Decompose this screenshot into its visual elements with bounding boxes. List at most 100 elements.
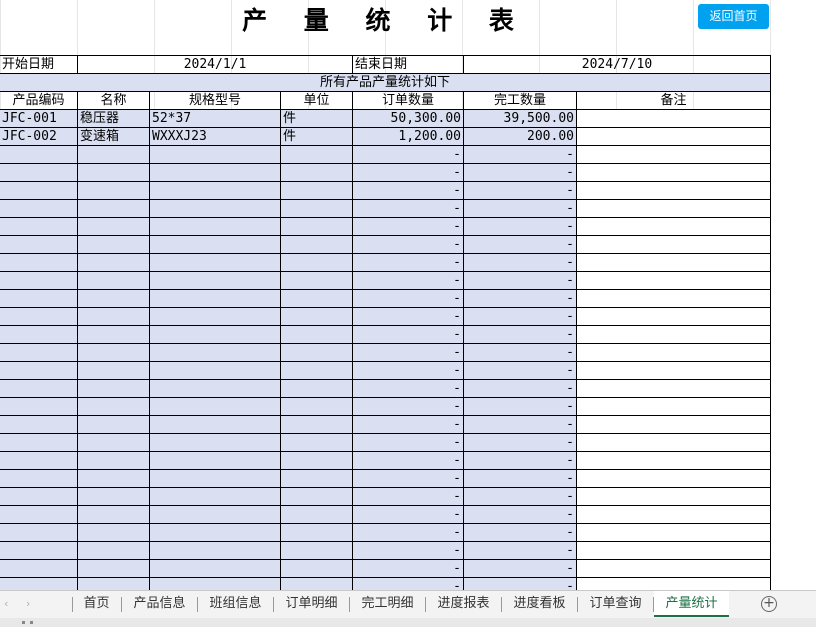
- cell-name[interactable]: [77, 361, 150, 380]
- cell-name[interactable]: [77, 451, 150, 470]
- cell-done-qty[interactable]: -: [463, 559, 577, 578]
- cell-order-qty[interactable]: -: [352, 469, 464, 488]
- cell-name[interactable]: [77, 145, 150, 164]
- cell-order-qty[interactable]: -: [352, 433, 464, 452]
- cell-note[interactable]: [576, 523, 771, 542]
- cell-spec[interactable]: [149, 523, 281, 542]
- cell-name[interactable]: [77, 379, 150, 398]
- cell-note[interactable]: [576, 559, 771, 578]
- cell-spec[interactable]: [149, 379, 281, 398]
- end-date-value[interactable]: 2024/7/10: [463, 55, 771, 74]
- cell-name[interactable]: [77, 523, 150, 542]
- cell-unit[interactable]: [280, 397, 353, 416]
- cell-note[interactable]: [576, 217, 771, 236]
- cell-order-qty[interactable]: -: [352, 379, 464, 398]
- cell-spec[interactable]: [149, 217, 281, 236]
- scroll-left-icon[interactable]: ‹: [4, 597, 8, 610]
- cell-spec[interactable]: [149, 559, 281, 578]
- scroll-right-icon[interactable]: ›: [26, 597, 30, 610]
- cell-unit[interactable]: [280, 415, 353, 434]
- cell-spec[interactable]: [149, 469, 281, 488]
- cell-name[interactable]: 稳压器: [77, 109, 150, 128]
- cell-order-qty[interactable]: -: [352, 199, 464, 218]
- cell-order-qty[interactable]: -: [352, 289, 464, 308]
- sheet-tab[interactable]: 产量统计: [654, 591, 729, 617]
- cell-note[interactable]: [576, 361, 771, 380]
- cell-code[interactable]: [0, 523, 78, 542]
- cell-unit[interactable]: [280, 235, 353, 254]
- cell-spec[interactable]: [149, 289, 281, 308]
- cell-note[interactable]: [576, 235, 771, 254]
- cell-name[interactable]: [77, 289, 150, 308]
- cell-unit[interactable]: [280, 433, 353, 452]
- col-header-unit[interactable]: 单位: [280, 91, 353, 110]
- cell-spec[interactable]: [149, 181, 281, 200]
- cell-done-qty[interactable]: -: [463, 433, 577, 452]
- cell-code[interactable]: [0, 433, 78, 452]
- cell-note[interactable]: [576, 541, 771, 560]
- cell-note[interactable]: [576, 415, 771, 434]
- col-header-done-qty[interactable]: 完工数量: [463, 91, 577, 110]
- cell-order-qty[interactable]: -: [352, 343, 464, 362]
- cell-code[interactable]: [0, 325, 78, 344]
- cell-note[interactable]: [576, 505, 771, 524]
- cell-name[interactable]: [77, 343, 150, 362]
- summary-banner[interactable]: 所有产品产量统计如下: [0, 73, 771, 92]
- cell-done-qty[interactable]: -: [463, 505, 577, 524]
- cell-spec[interactable]: [149, 145, 281, 164]
- cell-name[interactable]: [77, 541, 150, 560]
- cell-code[interactable]: [0, 163, 78, 182]
- cell-spec[interactable]: WXXXJ23: [149, 127, 281, 146]
- cell-order-qty[interactable]: -: [352, 145, 464, 164]
- cell-code[interactable]: [0, 361, 78, 380]
- cell-done-qty[interactable]: -: [463, 235, 577, 254]
- cell-code[interactable]: [0, 505, 78, 524]
- cell-done-qty[interactable]: -: [463, 397, 577, 416]
- cell-name[interactable]: [77, 397, 150, 416]
- col-header-name[interactable]: 名称: [77, 91, 150, 110]
- cell-unit[interactable]: [280, 307, 353, 326]
- cell-code[interactable]: JFC-002: [0, 127, 78, 146]
- cell-code[interactable]: [0, 217, 78, 236]
- cell-unit[interactable]: [280, 271, 353, 290]
- col-header-code[interactable]: 产品编码: [0, 91, 78, 110]
- cell-spec[interactable]: 52*37: [149, 109, 281, 128]
- cell-order-qty[interactable]: -: [352, 541, 464, 560]
- cell-spec[interactable]: [149, 541, 281, 560]
- cell-done-qty[interactable]: -: [463, 379, 577, 398]
- cell-order-qty[interactable]: -: [352, 505, 464, 524]
- cell-done-qty[interactable]: -: [463, 163, 577, 182]
- cell-unit[interactable]: [280, 469, 353, 488]
- cell-code[interactable]: [0, 235, 78, 254]
- cell-unit[interactable]: [280, 487, 353, 506]
- cell-unit[interactable]: [280, 379, 353, 398]
- cell-name[interactable]: [77, 253, 150, 272]
- cell-name[interactable]: [77, 199, 150, 218]
- start-date-label[interactable]: 开始日期: [0, 55, 78, 74]
- cell-note[interactable]: [576, 325, 771, 344]
- cell-done-qty[interactable]: -: [463, 253, 577, 272]
- cell-spec[interactable]: [149, 235, 281, 254]
- cell-name[interactable]: 变速箱: [77, 127, 150, 146]
- cell-done-qty[interactable]: -: [463, 487, 577, 506]
- cell-name[interactable]: [77, 433, 150, 452]
- cell-note[interactable]: [576, 469, 771, 488]
- sheet-tab[interactable]: 进度看板: [502, 591, 577, 617]
- cell-name[interactable]: [77, 505, 150, 524]
- cell-done-qty[interactable]: -: [463, 523, 577, 542]
- cell-unit[interactable]: [280, 523, 353, 542]
- sheet-tab[interactable]: 订单明细: [274, 591, 349, 617]
- cell-name[interactable]: [77, 217, 150, 236]
- cell-name[interactable]: [77, 325, 150, 344]
- cell-note[interactable]: [576, 271, 771, 290]
- cell-unit[interactable]: [280, 163, 353, 182]
- cell-done-qty[interactable]: -: [463, 325, 577, 344]
- col-header-spec[interactable]: 规格型号: [149, 91, 281, 110]
- cell-done-qty[interactable]: -: [463, 361, 577, 380]
- cell-order-qty[interactable]: 1,200.00: [352, 127, 464, 146]
- cell-order-qty[interactable]: -: [352, 253, 464, 272]
- cell-order-qty[interactable]: -: [352, 559, 464, 578]
- cell-spec[interactable]: [149, 433, 281, 452]
- cell-unit[interactable]: [280, 451, 353, 470]
- cell-code[interactable]: [0, 289, 78, 308]
